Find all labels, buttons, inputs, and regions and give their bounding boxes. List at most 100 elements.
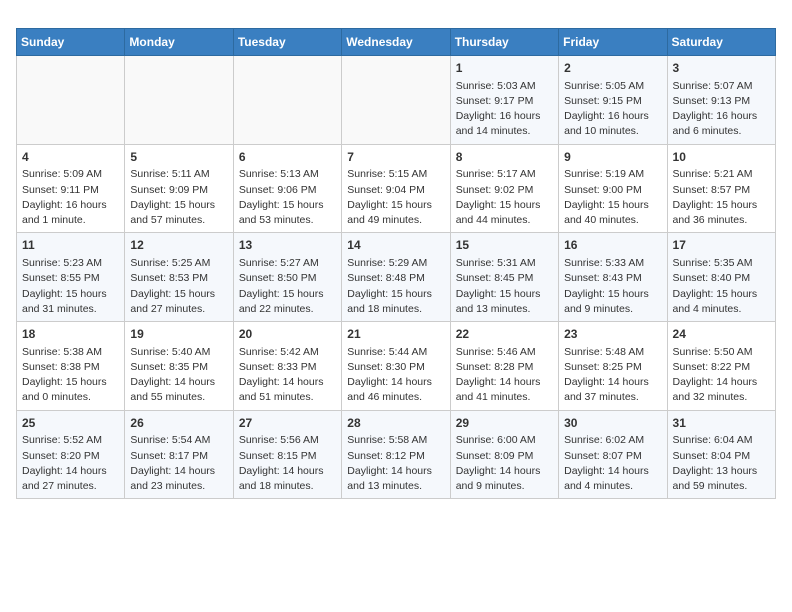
calendar-week-row: 18 Sunrise: 5:38 AMSunset: 8:38 PMDayligh… <box>17 322 776 411</box>
day-info: Sunrise: 5:07 AMSunset: 9:13 PMDaylight:… <box>673 79 770 140</box>
weekday-header-wednesday: Wednesday <box>342 29 450 56</box>
day-number: 7 <box>347 149 444 166</box>
day-info: Sunrise: 5:40 AMSunset: 8:35 PMDaylight:… <box>130 345 227 406</box>
day-info: Sunrise: 5:09 AMSunset: 9:11 PMDaylight:… <box>22 167 119 228</box>
calendar-cell: 8Sunrise: 5:17 AMSunset: 9:02 PMDaylight… <box>450 144 558 233</box>
day-number: 6 <box>239 149 336 166</box>
day-number: 31 <box>673 415 770 432</box>
calendar-cell: 27Sunrise: 5:56 AMSunset: 8:15 PMDayligh… <box>233 410 341 499</box>
weekday-header-row: SundayMondayTuesdayWednesdayThursdayFrid… <box>17 29 776 56</box>
calendar-cell: 25Sunrise: 5:52 AMSunset: 8:20 PMDayligh… <box>17 410 125 499</box>
day-info: Sunrise: 5:42 AMSunset: 8:33 PMDaylight:… <box>239 345 336 406</box>
weekday-header-thursday: Thursday <box>450 29 558 56</box>
calendar-week-row: 1 Sunrise: 5:03 AMSunset: 9:17 PMDaylight… <box>17 56 776 145</box>
day-info: Sunrise: 5:58 AMSunset: 8:12 PMDaylight:… <box>347 433 444 494</box>
calendar-cell: 5Sunrise: 5:11 AMSunset: 9:09 PMDaylight… <box>125 144 233 233</box>
day-info: Sunrise: 5:33 AMSunset: 8:43 PMDaylight:… <box>564 256 661 317</box>
day-info: Sunrise: 5:38 AMSunset: 8:38 PMDaylight:… <box>22 345 119 406</box>
calendar-cell: 7Sunrise: 5:15 AMSunset: 9:04 PMDaylight… <box>342 144 450 233</box>
calendar-cell: 24 Sunrise: 5:50 AMSunset: 8:22 PMDayligh… <box>667 322 775 411</box>
calendar-week-row: 25Sunrise: 5:52 AMSunset: 8:20 PMDayligh… <box>17 410 776 499</box>
weekday-header-sunday: Sunday <box>17 29 125 56</box>
day-info: Sunrise: 5:03 AMSunset: 9:17 PMDaylight:… <box>456 79 553 140</box>
day-number: 22 <box>456 326 553 343</box>
day-number: 14 <box>347 237 444 254</box>
calendar-cell: 17 Sunrise: 5:35 AMSunset: 8:40 PMDayligh… <box>667 233 775 322</box>
day-number: 1 <box>456 60 553 77</box>
calendar-cell: 19 Sunrise: 5:40 AMSunset: 8:35 PMDayligh… <box>125 322 233 411</box>
calendar-cell: 12Sunrise: 5:25 AMSunset: 8:53 PMDayligh… <box>125 233 233 322</box>
day-info: Sunrise: 5:54 AMSunset: 8:17 PMDaylight:… <box>130 433 227 494</box>
calendar-week-row: 11 Sunrise: 5:23 AMSunset: 8:55 PMDayligh… <box>17 233 776 322</box>
weekday-header-monday: Monday <box>125 29 233 56</box>
calendar-cell: 28Sunrise: 5:58 AMSunset: 8:12 PMDayligh… <box>342 410 450 499</box>
calendar-table: SundayMondayTuesdayWednesdayThursdayFrid… <box>16 28 776 499</box>
day-info: Sunrise: 5:46 AMSunset: 8:28 PMDaylight:… <box>456 345 553 406</box>
day-number: 4 <box>22 149 119 166</box>
day-number: 18 <box>22 326 119 343</box>
day-info: Sunrise: 5:13 AMSunset: 9:06 PMDaylight:… <box>239 167 336 228</box>
day-info: Sunrise: 5:48 AMSunset: 8:25 PMDaylight:… <box>564 345 661 406</box>
calendar-cell: 14 Sunrise: 5:29 AMSunset: 8:48 PMDayligh… <box>342 233 450 322</box>
calendar-cell <box>125 56 233 145</box>
day-info: Sunrise: 5:11 AMSunset: 9:09 PMDaylight:… <box>130 167 227 228</box>
day-number: 24 <box>673 326 770 343</box>
calendar-cell: 1 Sunrise: 5:03 AMSunset: 9:17 PMDaylight… <box>450 56 558 145</box>
day-info: Sunrise: 5:56 AMSunset: 8:15 PMDaylight:… <box>239 433 336 494</box>
day-number: 5 <box>130 149 227 166</box>
day-number: 11 <box>22 237 119 254</box>
calendar-cell: 3 Sunrise: 5:07 AMSunset: 9:13 PMDaylight… <box>667 56 775 145</box>
calendar-cell: 6Sunrise: 5:13 AMSunset: 9:06 PMDaylight… <box>233 144 341 233</box>
day-number: 13 <box>239 237 336 254</box>
day-info: Sunrise: 5:31 AMSunset: 8:45 PMDaylight:… <box>456 256 553 317</box>
calendar-cell: 16 Sunrise: 5:33 AMSunset: 8:43 PMDayligh… <box>559 233 667 322</box>
day-number: 30 <box>564 415 661 432</box>
day-number: 27 <box>239 415 336 432</box>
day-number: 16 <box>564 237 661 254</box>
calendar-cell: 18 Sunrise: 5:38 AMSunset: 8:38 PMDayligh… <box>17 322 125 411</box>
calendar-cell: 11 Sunrise: 5:23 AMSunset: 8:55 PMDayligh… <box>17 233 125 322</box>
day-number: 3 <box>673 60 770 77</box>
day-number: 19 <box>130 326 227 343</box>
day-number: 25 <box>22 415 119 432</box>
day-number: 17 <box>673 237 770 254</box>
day-number: 26 <box>130 415 227 432</box>
calendar-cell: 15Sunrise: 5:31 AMSunset: 8:45 PMDayligh… <box>450 233 558 322</box>
day-info: Sunrise: 6:02 AMSunset: 8:07 PMDaylight:… <box>564 433 661 494</box>
day-info: Sunrise: 5:23 AMSunset: 8:55 PMDaylight:… <box>22 256 119 317</box>
calendar-cell: 4Sunrise: 5:09 AMSunset: 9:11 PMDaylight… <box>17 144 125 233</box>
day-number: 2 <box>564 60 661 77</box>
calendar-cell: 30Sunrise: 6:02 AMSunset: 8:07 PMDayligh… <box>559 410 667 499</box>
day-number: 9 <box>564 149 661 166</box>
day-number: 29 <box>456 415 553 432</box>
day-info: Sunrise: 5:35 AMSunset: 8:40 PMDaylight:… <box>673 256 770 317</box>
weekday-header-friday: Friday <box>559 29 667 56</box>
calendar-cell: 31Sunrise: 6:04 AMSunset: 8:04 PMDayligh… <box>667 410 775 499</box>
day-info: Sunrise: 5:44 AMSunset: 8:30 PMDaylight:… <box>347 345 444 406</box>
day-info: Sunrise: 5:27 AMSunset: 8:50 PMDaylight:… <box>239 256 336 317</box>
calendar-cell: 13 Sunrise: 5:27 AMSunset: 8:50 PMDayligh… <box>233 233 341 322</box>
day-number: 21 <box>347 326 444 343</box>
calendar-cell: 29Sunrise: 6:00 AMSunset: 8:09 PMDayligh… <box>450 410 558 499</box>
weekday-header-tuesday: Tuesday <box>233 29 341 56</box>
day-info: Sunrise: 5:05 AMSunset: 9:15 PMDaylight:… <box>564 79 661 140</box>
day-number: 20 <box>239 326 336 343</box>
calendar-cell: 22 Sunrise: 5:46 AMSunset: 8:28 PMDayligh… <box>450 322 558 411</box>
calendar-cell <box>17 56 125 145</box>
day-info: Sunrise: 6:04 AMSunset: 8:04 PMDaylight:… <box>673 433 770 494</box>
calendar-week-row: 4Sunrise: 5:09 AMSunset: 9:11 PMDaylight… <box>17 144 776 233</box>
calendar-cell: 26Sunrise: 5:54 AMSunset: 8:17 PMDayligh… <box>125 410 233 499</box>
calendar-cell: 23Sunrise: 5:48 AMSunset: 8:25 PMDayligh… <box>559 322 667 411</box>
calendar-cell: 21 Sunrise: 5:44 AMSunset: 8:30 PMDayligh… <box>342 322 450 411</box>
day-number: 28 <box>347 415 444 432</box>
day-number: 12 <box>130 237 227 254</box>
day-info: Sunrise: 5:50 AMSunset: 8:22 PMDaylight:… <box>673 345 770 406</box>
day-info: Sunrise: 5:17 AMSunset: 9:02 PMDaylight:… <box>456 167 553 228</box>
calendar-cell <box>342 56 450 145</box>
calendar-cell: 20 Sunrise: 5:42 AMSunset: 8:33 PMDayligh… <box>233 322 341 411</box>
day-info: Sunrise: 5:29 AMSunset: 8:48 PMDaylight:… <box>347 256 444 317</box>
calendar-cell: 10Sunrise: 5:21 AMSunset: 8:57 PMDayligh… <box>667 144 775 233</box>
day-info: Sunrise: 5:19 AMSunset: 9:00 PMDaylight:… <box>564 167 661 228</box>
day-number: 8 <box>456 149 553 166</box>
day-number: 10 <box>673 149 770 166</box>
